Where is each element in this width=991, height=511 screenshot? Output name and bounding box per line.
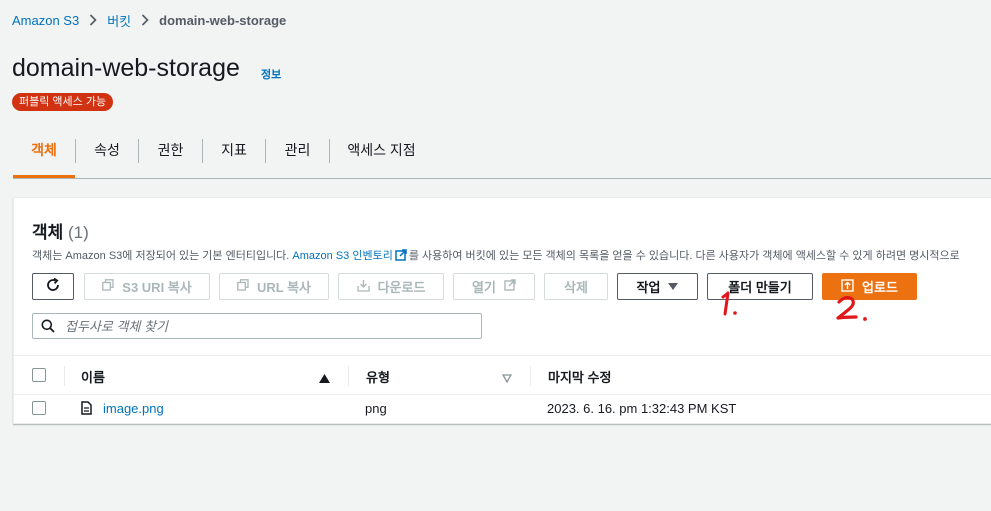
breadcrumb: Amazon S3 버킷 domain-web-storage: [12, 11, 286, 30]
breadcrumb-current: domain-web-storage: [159, 13, 287, 28]
chevron-right-icon: [141, 13, 149, 29]
annotation-2: [834, 294, 870, 329]
column-divider: [348, 366, 349, 386]
actions-label: 작업: [636, 280, 661, 295]
copy-icon: [102, 279, 114, 294]
breadcrumb-buckets[interactable]: 버킷: [107, 11, 131, 30]
refresh-icon: [45, 277, 61, 296]
object-name-link[interactable]: image.png: [103, 401, 164, 416]
tab-permissions[interactable]: 권한: [139, 130, 202, 176]
breadcrumb-amazon-s3[interactable]: Amazon S3: [12, 13, 79, 28]
actions-dropdown[interactable]: 작업: [617, 273, 698, 300]
caret-down-icon: [668, 279, 679, 294]
external-link-icon: [395, 249, 407, 264]
objects-header: 객체 (1): [32, 218, 89, 243]
tab-properties[interactable]: 속성: [76, 130, 138, 176]
column-last-modified[interactable]: 마지막 수정: [548, 367, 611, 386]
upload-icon: [841, 278, 854, 295]
annotation-1: [720, 291, 742, 322]
objects-description: 객체는 Amazon S3에 저장되어 있는 기본 엔터티입니다. Amazon…: [32, 247, 960, 264]
description-prefix: 객체는 Amazon S3에 저장되어 있는 기본 엔터티입니다.: [32, 250, 293, 262]
chevron-right-icon: [89, 13, 97, 29]
column-name[interactable]: 이름: [81, 367, 105, 386]
open-label: 열기: [472, 280, 496, 295]
table-header: 이름 유형 마지막 수정: [14, 355, 991, 395]
column-divider: [64, 366, 65, 386]
copy-s3-uri-label: S3 URI 복사: [122, 280, 192, 295]
objects-title: 객체: [32, 223, 64, 242]
external-link-icon: [504, 279, 516, 294]
tab-metrics[interactable]: 지표: [203, 130, 265, 176]
tab-management[interactable]: 관리: [266, 130, 329, 176]
table-row: image.png png 2023. 6. 16. pm 1:32:43 PM…: [14, 395, 991, 421]
tab-bar: 객체 속성 권한 지표 관리 액세스 지점: [13, 130, 991, 179]
info-link[interactable]: 정보: [261, 66, 281, 82]
sort-unsorted-icon[interactable]: [501, 370, 513, 388]
copy-s3-uri-button[interactable]: S3 URI 복사: [84, 273, 210, 300]
download-icon: [356, 279, 370, 295]
search-box[interactable]: [32, 313, 482, 339]
object-last-modified: 2023. 6. 16. pm 1:32:43 PM KST: [547, 401, 737, 416]
download-button[interactable]: 다운로드: [338, 273, 444, 300]
objects-count: (1): [68, 223, 89, 242]
tab-access-points[interactable]: 액세스 지점: [330, 130, 433, 176]
row-checkbox[interactable]: [32, 401, 46, 415]
select-all-checkbox[interactable]: [32, 368, 46, 382]
copy-url-label: URL 복사: [256, 280, 311, 295]
description-suffix: 를 사용하여 버킷에 있는 모든 객체의 목록을 얻을 수 있습니다. 다른 사…: [408, 250, 960, 262]
search-input[interactable]: [63, 317, 481, 335]
copy-icon: [237, 279, 249, 294]
sort-ascending-icon[interactable]: [319, 370, 330, 388]
open-button[interactable]: 열기: [453, 273, 535, 300]
search-icon: [41, 319, 55, 333]
public-access-badge: 퍼블릭 액세스 가능: [12, 93, 114, 111]
refresh-button[interactable]: [32, 273, 74, 300]
delete-button[interactable]: 삭제: [544, 273, 608, 300]
file-icon: [81, 401, 92, 420]
delete-label: 삭제: [564, 280, 588, 295]
download-label: 다운로드: [377, 280, 426, 295]
column-divider: [530, 366, 531, 386]
page-title: domain-web-storage: [12, 54, 240, 82]
tab-objects[interactable]: 객체: [13, 130, 75, 178]
copy-url-button[interactable]: URL 복사: [219, 273, 329, 300]
inventory-link[interactable]: Amazon S3 인벤토리: [292, 250, 392, 262]
column-type[interactable]: 유형: [366, 367, 390, 386]
object-type: png: [365, 401, 387, 416]
